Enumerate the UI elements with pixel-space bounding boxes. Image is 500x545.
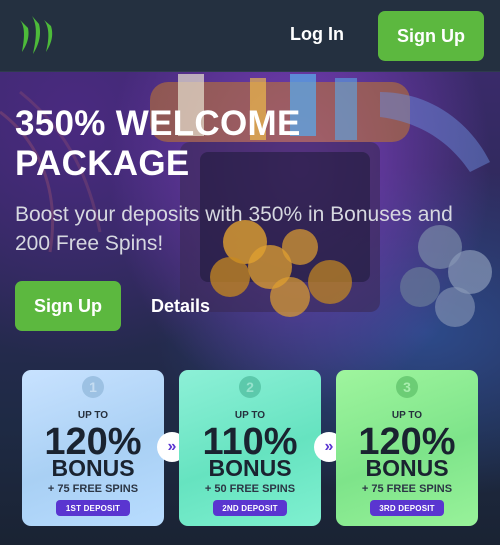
top-navigation-bar: Log In Sign Up bbox=[0, 0, 500, 72]
signup-button-hero[interactable]: Sign Up bbox=[15, 281, 121, 331]
login-link[interactable]: Log In bbox=[290, 24, 344, 45]
up-to-label: UP TO bbox=[234, 410, 266, 421]
hero-subtitle: Boost your deposits with 350% in Bonuses… bbox=[15, 203, 453, 255]
deposit-badge: 3RD DEPOSIT bbox=[370, 500, 444, 516]
step-number-badge: 2 bbox=[239, 376, 261, 398]
signup-button-header[interactable]: Sign Up bbox=[378, 11, 484, 61]
deposit-card-1[interactable]: 1 UP TO 120% BONUS + 75 FREE SPINS 1ST D… bbox=[22, 370, 164, 526]
free-spins-label: + 75 FREE SPINS bbox=[47, 483, 139, 495]
deposit-badge: 1ST DEPOSIT bbox=[56, 500, 130, 516]
welcome-hero: 350% WELCOME PACKAGE Boost your deposits… bbox=[0, 72, 500, 545]
up-to-label: UP TO bbox=[77, 410, 109, 421]
up-to-label: UP TO bbox=[391, 410, 423, 421]
free-spins-label: + 75 FREE SPINS bbox=[361, 483, 453, 495]
bonus-label: BONUS bbox=[365, 455, 449, 481]
deposit-card-3[interactable]: 3 UP TO 120% BONUS + 75 FREE SPINS 3RD D… bbox=[336, 370, 478, 526]
step-number-badge: 3 bbox=[396, 376, 418, 398]
details-link[interactable]: Details bbox=[151, 296, 210, 317]
bonus-label: BONUS bbox=[51, 455, 135, 481]
bonus-label: BONUS bbox=[208, 455, 292, 481]
step-number-badge: 1 bbox=[82, 376, 104, 398]
claw-logo-icon[interactable] bbox=[16, 14, 56, 58]
deposit-card-2[interactable]: 2 UP TO 110% BONUS + 50 FREE SPINS 2ND D… bbox=[179, 370, 321, 526]
free-spins-label: + 50 FREE SPINS bbox=[204, 483, 296, 495]
deposit-badge: 2ND DEPOSIT bbox=[213, 500, 287, 516]
hero-title: 350% WELCOME PACKAGE bbox=[15, 104, 301, 183]
